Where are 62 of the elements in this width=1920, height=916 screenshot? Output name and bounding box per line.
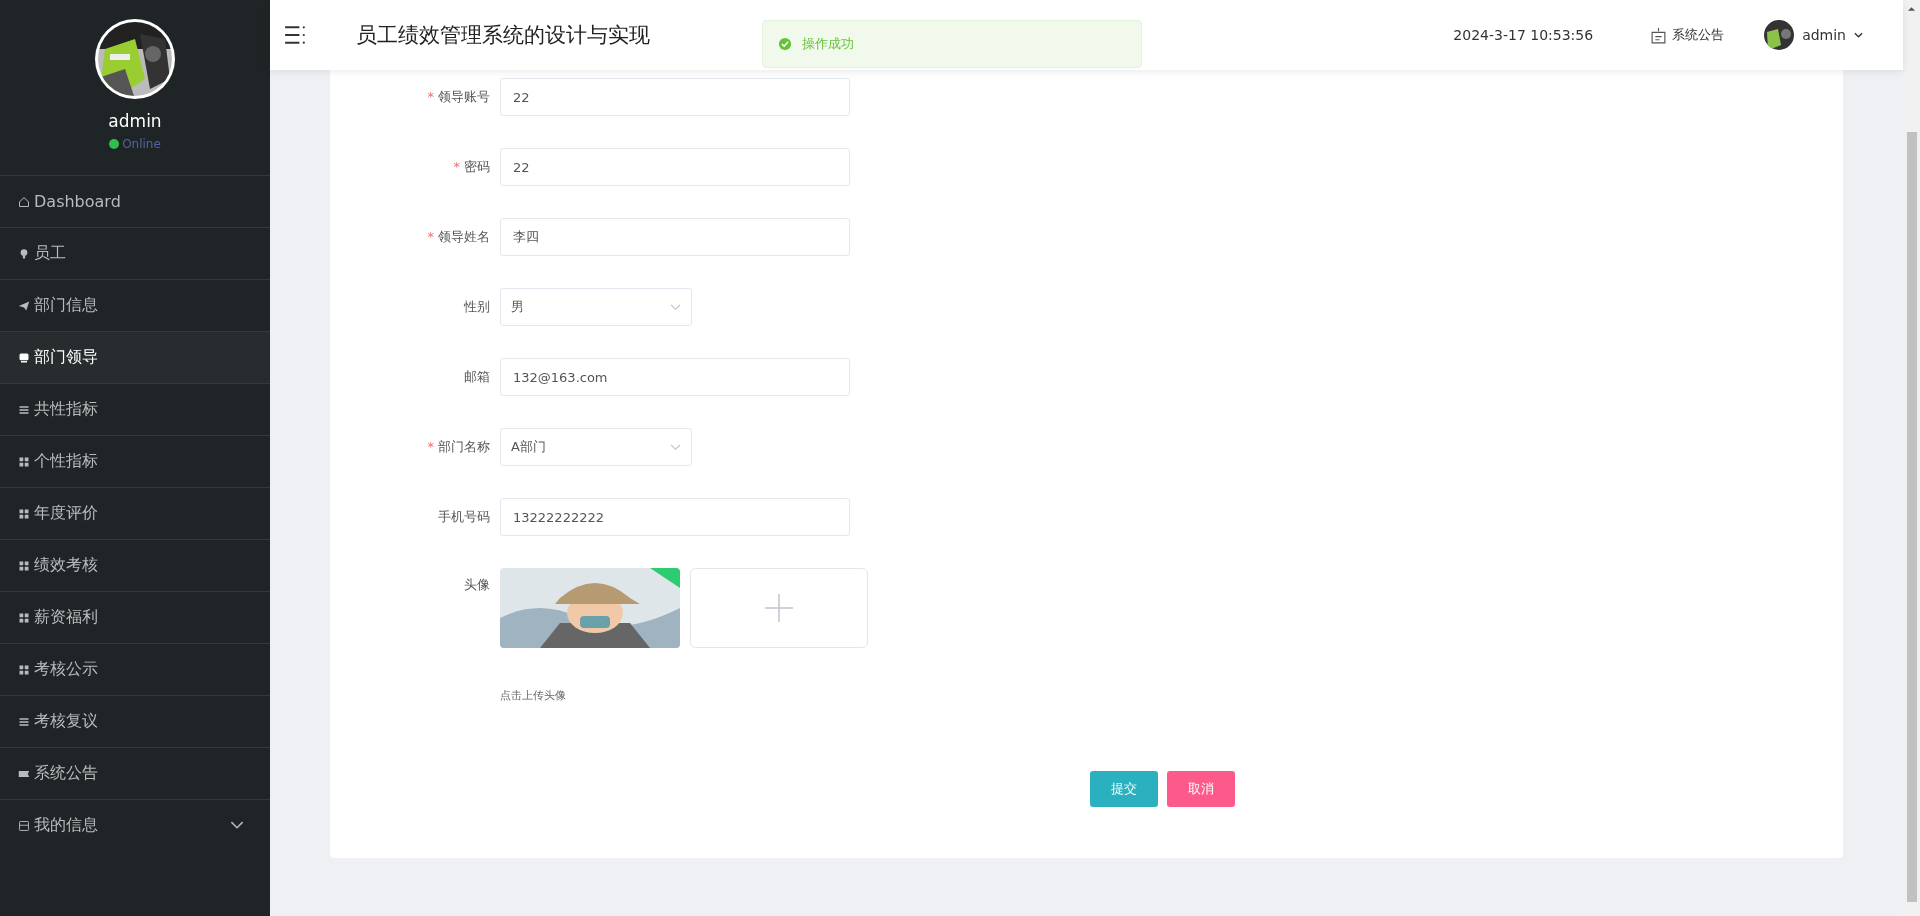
field-label: * 密码 (452, 158, 491, 176)
field-label: 性别 (463, 298, 491, 316)
grid-icon (18, 663, 30, 676)
field-label: 头像 (463, 576, 491, 594)
sidebar-item[interactable]: 我的信息 (0, 799, 270, 851)
field-label: 邮箱 (463, 368, 491, 386)
status-text: Online (122, 137, 161, 151)
input-field[interactable]: 22 (500, 78, 850, 116)
select-field[interactable]: 男 (500, 288, 692, 326)
sidebar-item[interactable]: 共性指标 (0, 383, 270, 435)
scroll-thumb[interactable] (1906, 132, 1917, 902)
required-mark: * (427, 229, 434, 244)
upload-add-button[interactable] (690, 568, 868, 648)
field-label: * 部门名称 (426, 438, 491, 456)
grid-icon (18, 611, 30, 624)
sidebar-item[interactable]: 员工 (0, 227, 270, 279)
user-avatar-icon (1764, 20, 1795, 50)
field-label: * 领导账号 (426, 88, 491, 106)
input-field[interactable]: 132@163.com (500, 358, 850, 396)
notice-link[interactable]: 系统公告 (1650, 26, 1725, 44)
home-icon (18, 195, 30, 208)
upload-hint: 点击上传头像 (500, 688, 567, 703)
window-icon (18, 819, 30, 832)
sidebar-item[interactable]: 年度评价 (0, 487, 270, 539)
check-circle-icon (778, 37, 792, 51)
field-label: * 领导姓名 (426, 228, 491, 246)
input-field[interactable]: 李四 (500, 218, 850, 256)
grid-icon (18, 559, 30, 572)
select-field[interactable]: A部门 (500, 428, 692, 466)
toast-message: 操作成功 (762, 20, 1142, 68)
notice-board-icon (1650, 26, 1668, 44)
sidebar-item[interactable]: Dashboard (0, 175, 270, 227)
required-mark: * (427, 439, 434, 454)
sidebar-item[interactable]: 考核公示 (0, 643, 270, 695)
required-mark: * (427, 89, 434, 104)
grid-icon (18, 455, 30, 468)
caret-icon (1854, 32, 1863, 38)
paper-plane-icon (18, 299, 30, 312)
status-dot (109, 139, 120, 149)
app-title: 员工绩效管理系统的设计与实现 (356, 22, 650, 49)
user-name: admin (108, 111, 162, 131)
user-menu[interactable]: admin (1764, 20, 1863, 50)
date-time: 2024-3-17 10:53:56 (1453, 27, 1594, 43)
sidebar-item[interactable]: 部门领导 (0, 331, 270, 383)
grid-icon (18, 507, 30, 520)
bulb-icon (18, 247, 30, 260)
menu-icon[interactable] (284, 25, 306, 45)
sidebar-item[interactable]: 薪资福利 (0, 591, 270, 643)
input-field[interactable]: 22 (500, 148, 850, 186)
sidebar-item[interactable]: 系统公告 (0, 747, 270, 799)
field-label: 手机号码 (437, 508, 491, 526)
scroll-up-icon[interactable] (1907, 6, 1916, 12)
tablet-icon (18, 351, 30, 364)
list-icon (18, 715, 30, 728)
list-icon (18, 403, 30, 416)
sidebar-item[interactable]: 绩效考核 (0, 539, 270, 591)
required-mark: * (453, 159, 460, 174)
chevron-down-icon (670, 443, 681, 451)
sidebar-item[interactable]: 个性指标 (0, 435, 270, 487)
chevron-down-icon (670, 303, 681, 311)
input-field[interactable]: 13222222222 (500, 498, 850, 536)
sidebar-item[interactable]: 考核复议 (0, 695, 270, 747)
